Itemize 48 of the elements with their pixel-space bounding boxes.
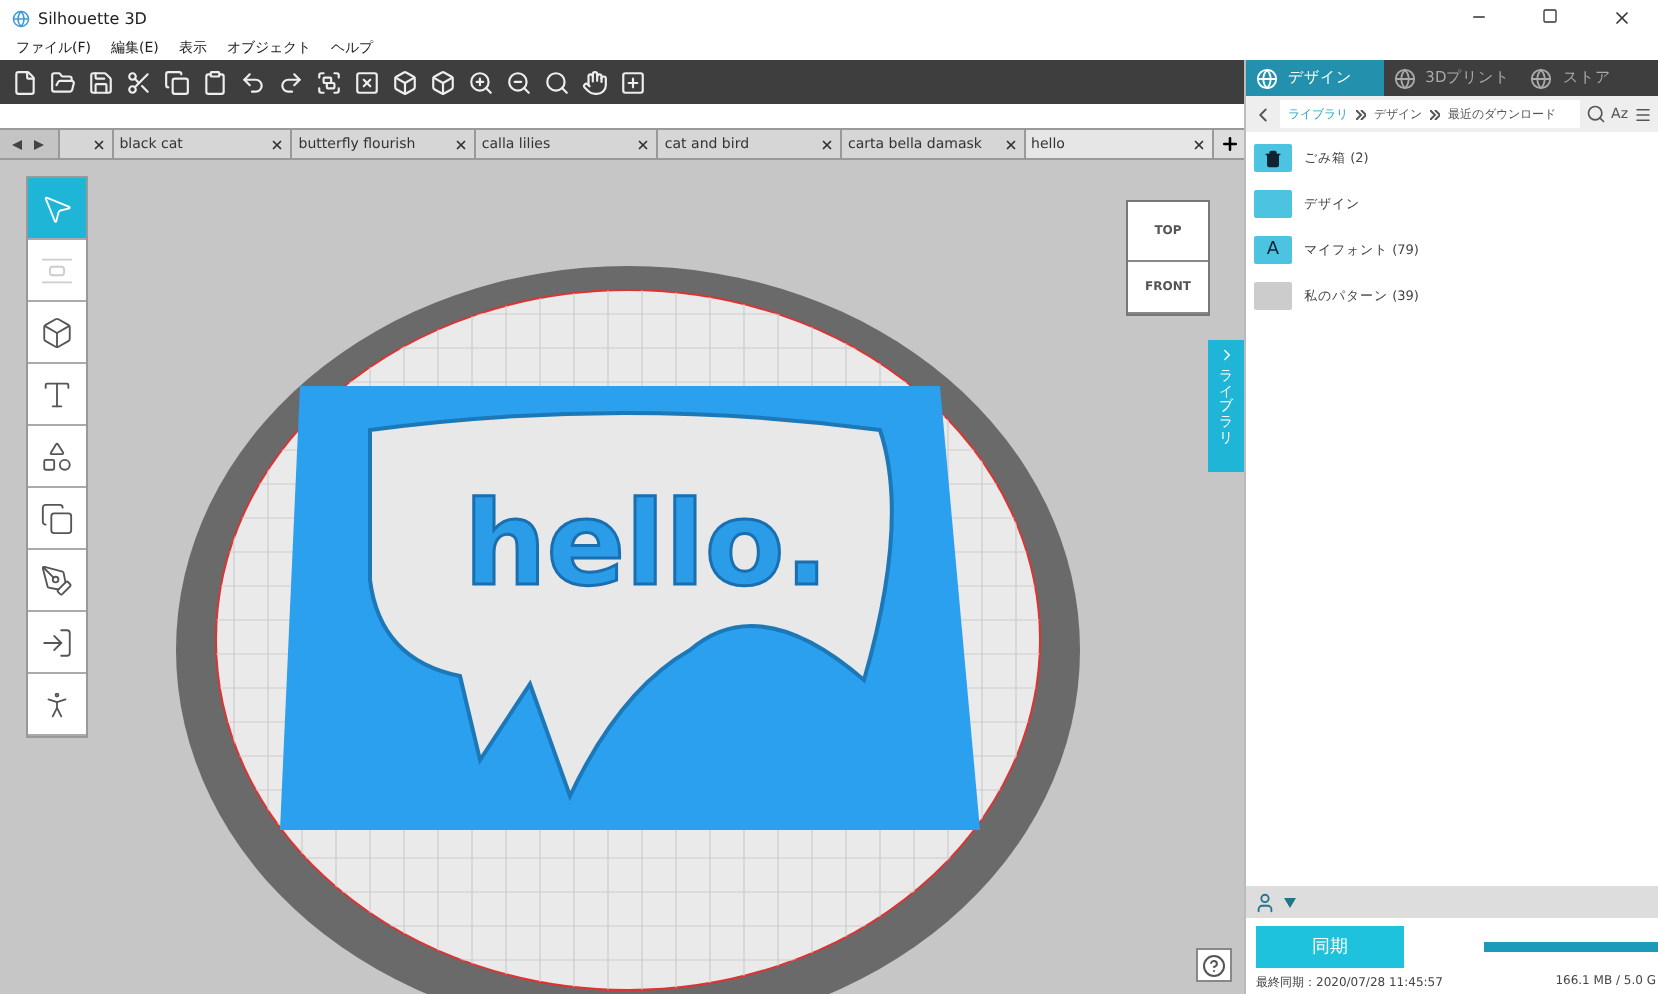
window-title: Silhouette 3D [38,9,147,27]
close-tab-icon[interactable] [453,137,468,151]
scroll-right-icon[interactable] [34,139,45,149]
zoom-out-icon[interactable] [506,69,532,95]
dropdown-caret-icon[interactable] [1284,897,1296,907]
scroll-left-icon[interactable] [12,139,23,149]
close-tab-icon[interactable] [270,137,285,151]
paste-icon[interactable] [202,69,228,95]
breadcrumb-arrow-icon [1356,109,1366,119]
menu-icon[interactable] [1634,105,1652,123]
close-tab-icon[interactable] [1192,137,1207,151]
close-tab-icon[interactable] [91,137,106,151]
folder-icon [1254,282,1292,310]
close-icon[interactable] [1612,8,1632,28]
folder-icon: A [1254,236,1292,264]
close-tab-icon[interactable] [819,137,834,151]
user-icon[interactable] [1254,891,1276,913]
globe-icon [1530,67,1553,89]
add-icon[interactable] [620,69,646,95]
maximize-icon[interactable] [1542,8,1558,24]
export-icon[interactable] [40,625,74,659]
close-tab-icon[interactable] [636,137,651,151]
globe-icon [1256,67,1278,89]
cube-icon[interactable] [40,315,74,349]
globe-icon [1393,67,1416,89]
breadcrumb-arrow-icon [1430,109,1440,119]
help-button[interactable] [1196,948,1232,982]
undo-icon[interactable] [240,69,266,95]
cut-icon[interactable] [126,69,152,95]
add-tab-icon[interactable] [1219,134,1240,154]
redo-icon[interactable] [278,69,304,95]
folder-icon [1254,190,1292,218]
copy-icon[interactable] [164,69,190,95]
group-icon[interactable] [316,69,342,95]
help-icon[interactable] [1202,953,1226,977]
new-file-icon[interactable] [12,69,38,95]
close-tab-icon[interactable] [1003,137,1018,151]
ungroup-icon[interactable] [354,69,380,95]
search-icon[interactable] [1585,104,1606,124]
app-icon [12,9,30,27]
shapes-icon[interactable] [40,439,74,473]
hand-icon[interactable] [582,69,608,95]
open-folder-icon[interactable] [50,69,76,95]
design-model-drawing: hello. [280,386,980,830]
save-icon[interactable] [88,69,114,95]
zoom-in-icon[interactable] [468,69,494,95]
zoom-fit-icon[interactable] [544,69,570,95]
folder-icon [1254,144,1292,172]
